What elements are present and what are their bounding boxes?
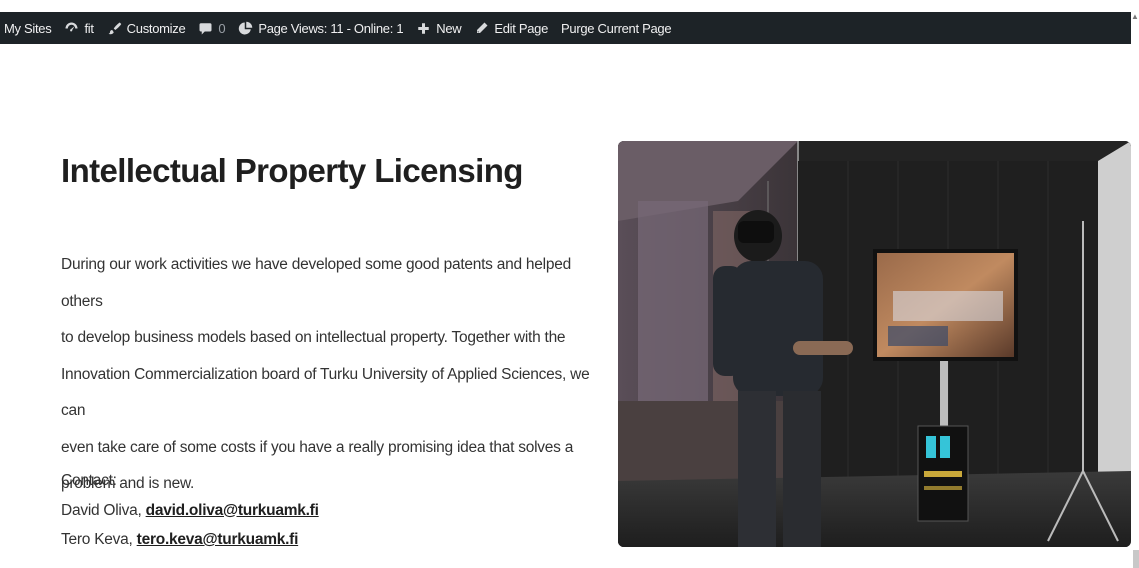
my-sites-label: My Sites (4, 20, 52, 36)
paragraph-line: During our work activities we have devel… (61, 256, 571, 310)
intro-paragraph: During our work activities we have devel… (61, 247, 601, 503)
scrollbar-thumb[interactable] (1133, 550, 1139, 568)
paragraph-line: to develop business models based on inte… (61, 329, 566, 346)
contact-row: David Oliva, david.oliva@turkuamk.fi (61, 496, 319, 526)
contact-heading: Contact: (61, 472, 117, 489)
brush-icon (107, 21, 122, 36)
edit-page-label: Edit Page (494, 20, 549, 36)
site-name-menu[interactable]: fit (64, 20, 94, 36)
purge-cache-link[interactable]: Purge Current Page (561, 20, 672, 36)
contact-name: David Oliva, (61, 501, 146, 519)
customize-label: Customize (126, 20, 186, 36)
new-content-menu[interactable]: New (416, 20, 462, 36)
page-title: Intellectual Property Licensing (61, 152, 523, 189)
customize-link[interactable]: Customize (107, 21, 186, 36)
page-views-item[interactable]: Page Views: 11 - Online: 1 (238, 20, 404, 36)
contact-name: Tero Keva, (61, 531, 137, 548)
scroll-up-arrow-icon[interactable]: ▲ (1131, 12, 1139, 21)
photo-illustration (618, 141, 1131, 547)
comments-count: 0 (218, 20, 226, 36)
purge-label: Purge Current Page (561, 20, 672, 36)
admin-bar: My Sites fit Customize 0 Page Views: 11 … (0, 12, 1131, 44)
site-name-label: fit (84, 20, 94, 36)
page-views-label: Page Views: 11 - Online: 1 (258, 20, 404, 36)
contact-email-link[interactable]: tero.keva@turkuamk.fi (137, 531, 299, 548)
paragraph-line: Innovation Commercialization board of Tu… (61, 365, 590, 420)
pencil-icon (474, 21, 489, 36)
paragraph-line: even take care of some costs if you have… (61, 438, 574, 456)
dashboard-icon (64, 21, 79, 36)
new-label: New (436, 20, 462, 36)
contact-block: Contact: David Oliva, david.oliva@turkua… (61, 466, 319, 555)
contact-row: Tero Keva, tero.keva@turkuamk.fi (61, 525, 319, 555)
edit-page-link[interactable]: Edit Page (474, 21, 548, 36)
comment-icon (198, 21, 213, 36)
comments-link[interactable]: 0 (198, 20, 226, 36)
plus-icon (416, 21, 431, 36)
my-sites-menu[interactable]: My Sites (4, 20, 52, 36)
pie-chart-icon (238, 21, 253, 36)
contact-email-link[interactable]: david.oliva@turkuamk.fi (146, 502, 319, 519)
vr-demo-photo (618, 141, 1131, 547)
